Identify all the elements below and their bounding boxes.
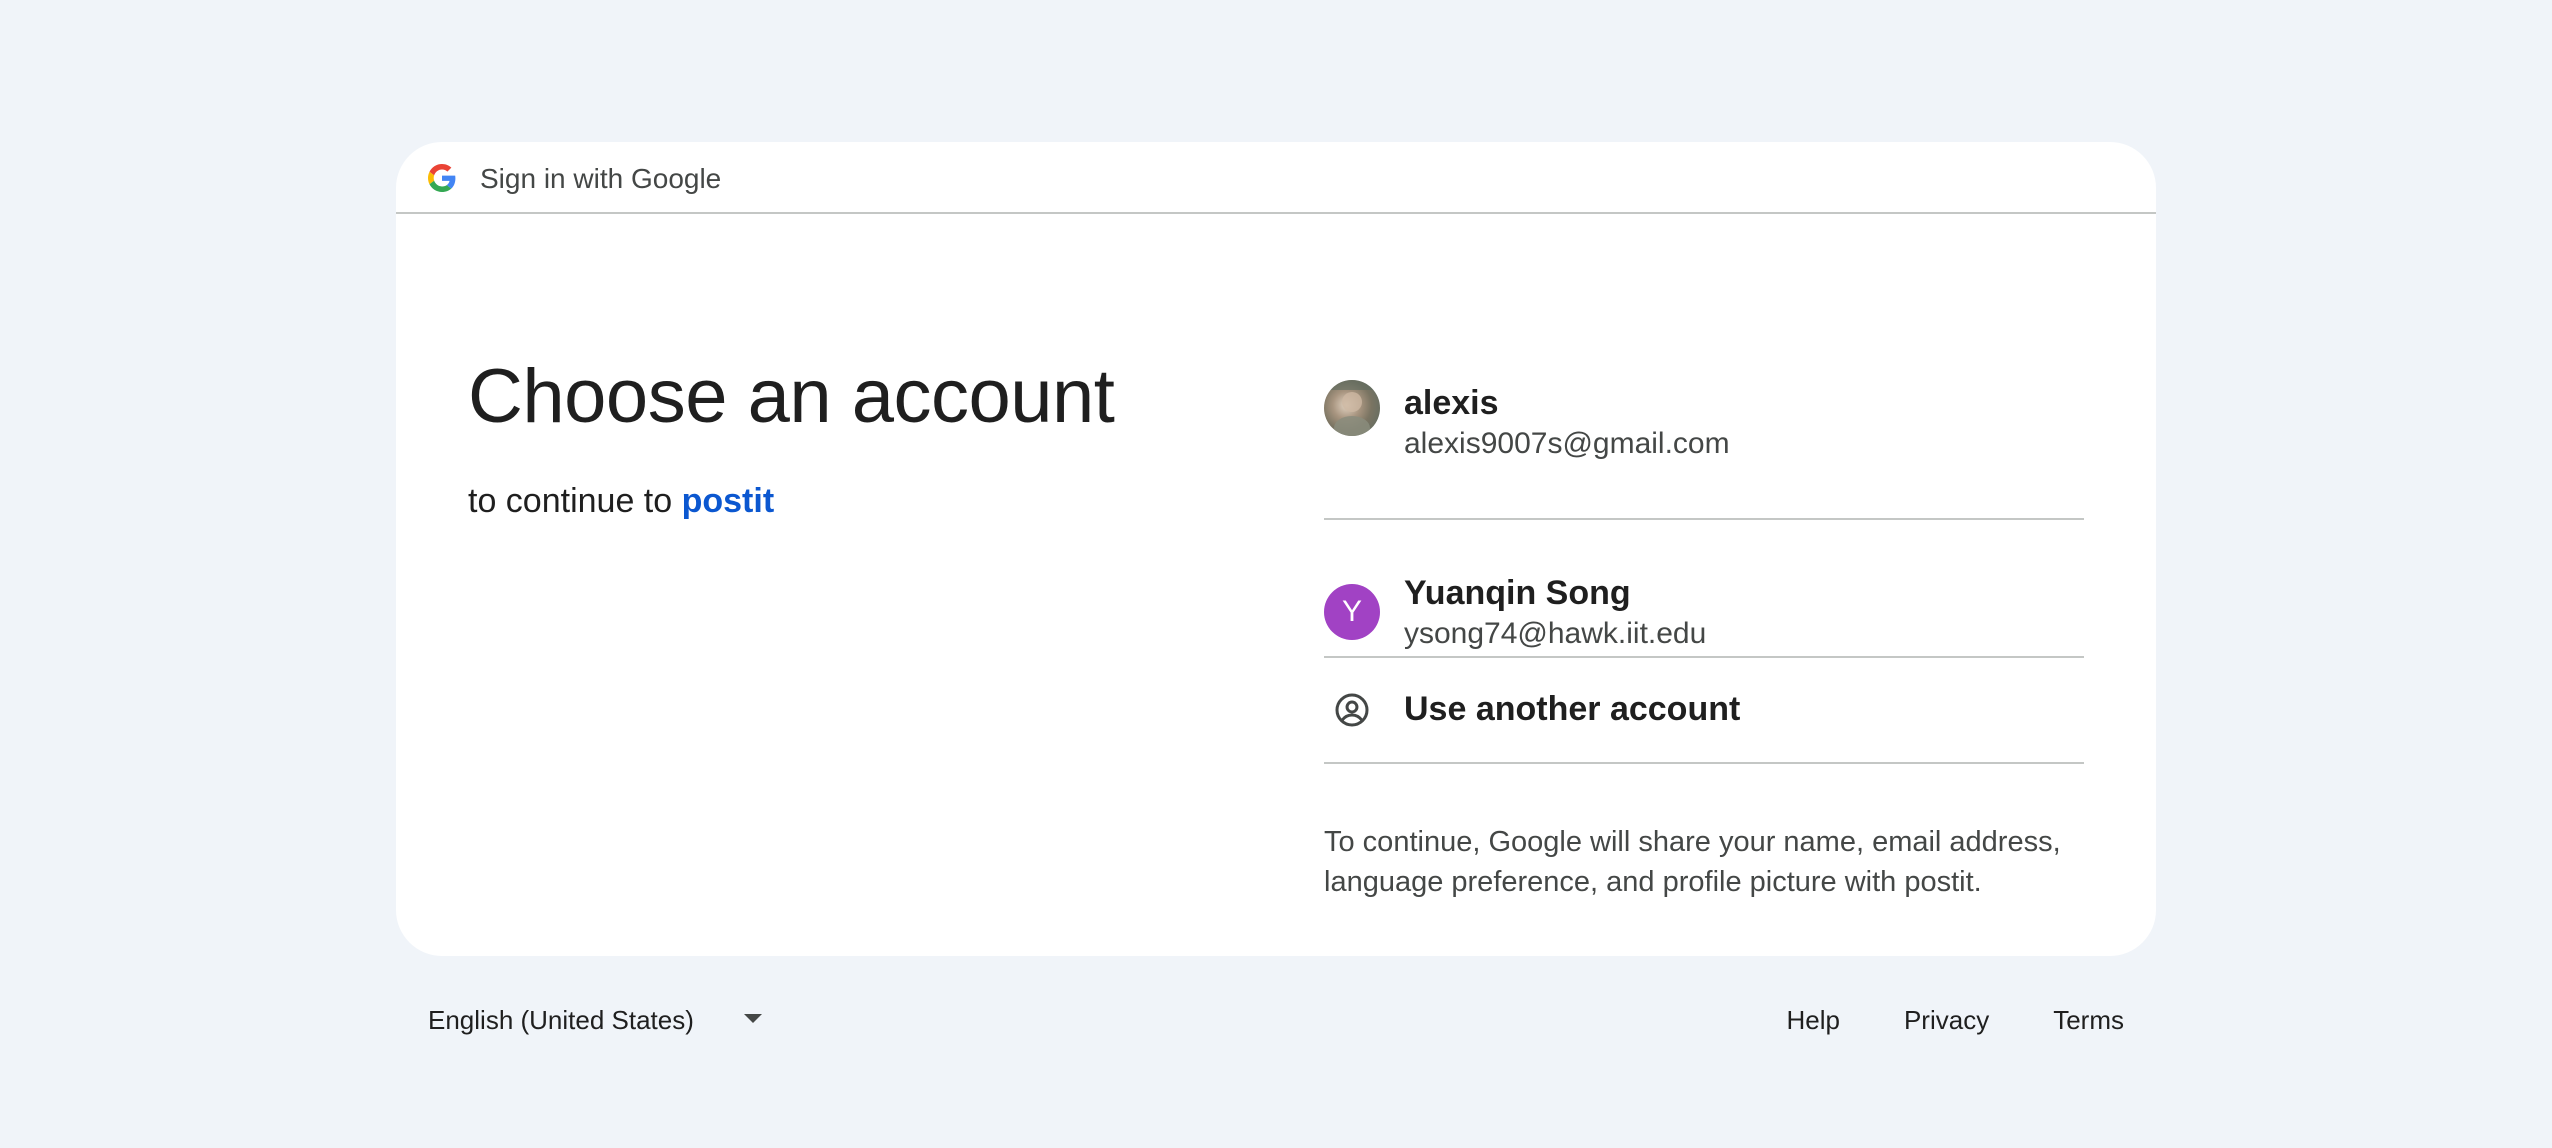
use-another-account-label: Use another account xyxy=(1404,690,1741,728)
use-another-account-button[interactable]: Use another account xyxy=(1324,658,2084,764)
caret-down-icon[interactable] xyxy=(744,1014,762,1023)
language-selector[interactable]: English (United States) xyxy=(428,1004,694,1036)
language-label: English (United States) xyxy=(428,1005,694,1035)
google-g-icon xyxy=(428,164,456,192)
footer-links: Help Privacy Terms xyxy=(1786,1004,2124,1036)
account-email: ysong74@hawk.iit.edu xyxy=(1404,617,1707,650)
profile-photo-icon xyxy=(1324,380,1380,436)
account-text: alexis alexis9007s@gmail.com xyxy=(1404,382,1730,464)
app-name-link[interactable]: postit xyxy=(682,482,775,520)
avatar xyxy=(1324,380,1380,436)
account-item-alexis[interactable]: alexis alexis9007s@gmail.com xyxy=(1324,380,2084,520)
account-name: Yuanqin Song xyxy=(1404,574,1631,612)
card-header: Sign in with Google xyxy=(396,142,2156,214)
left-column: Choose an account to continue to postit xyxy=(468,352,1115,522)
terms-link[interactable]: Terms xyxy=(2053,1004,2124,1036)
privacy-link[interactable]: Privacy xyxy=(1904,1004,1989,1036)
account-text: Yuanqin Song ysong74@hawk.iit.edu xyxy=(1404,572,1706,654)
account-circle-icon xyxy=(1335,693,1369,727)
account-email: alexis9007s@gmail.com xyxy=(1404,427,1730,460)
help-link[interactable]: Help xyxy=(1786,1004,1839,1036)
header-title: Sign in with Google xyxy=(480,163,722,194)
continue-prefix: to continue to xyxy=(468,482,673,520)
account-name: alexis xyxy=(1404,384,1499,422)
page-title: Choose an account xyxy=(468,354,1115,439)
account-list: alexis alexis9007s@gmail.com Yuanqin Son… xyxy=(1324,380,2084,764)
sharing-disclaimer: To continue, Google will share your name… xyxy=(1324,826,2061,898)
account-item-yuanqin-song[interactable]: Yuanqin Song ysong74@hawk.iit.edu Y xyxy=(1324,520,2084,658)
avatar: Y xyxy=(1324,584,1380,640)
footer: English (United States) Help Privacy Ter… xyxy=(396,998,2156,1042)
sign-in-card: Sign in with Google Choose an account to… xyxy=(396,142,2156,956)
continue-line: to continue to postit xyxy=(468,480,1114,522)
